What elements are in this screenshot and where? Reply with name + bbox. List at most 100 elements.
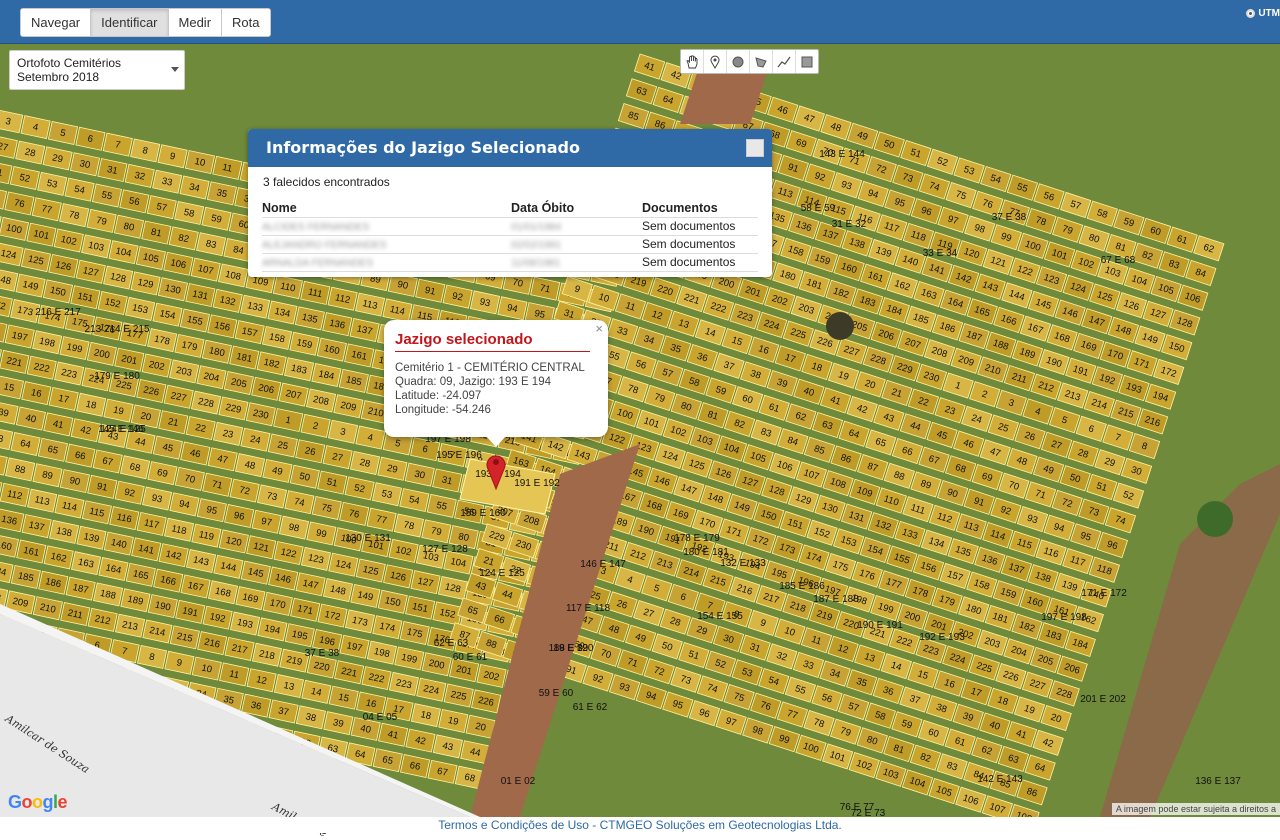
plot-number: 36 [250,700,263,713]
block-plot: Quadra: 09, Jazigo: 193 E 194 [395,376,551,388]
plot-number: 38 [305,711,318,724]
plot-label: 192 E 193 [919,632,965,643]
close-panel-button[interactable] [746,139,764,157]
plot-number: 28 [24,147,37,160]
plot-number: 65 [46,444,59,457]
plot-number: 77 [375,514,388,527]
plot-number: 30 [79,158,92,171]
plot-number: 51 [326,477,339,490]
google-logo: Google [8,792,68,812]
plot-number: 79 [430,525,443,538]
plot-number: 40 [25,413,38,426]
plot-number: 94 [178,498,191,511]
plot-number: 90 [68,475,81,488]
plot-number: 47 [216,453,229,466]
plot-label: 130 E 131 [345,533,391,544]
plot-number: 52 [18,172,31,185]
plot-label: 31 E 32 [832,219,867,230]
hand-icon[interactable] [681,50,704,73]
plot-number: 45 [161,442,174,455]
table-row[interactable]: ALEJANDRO FERNANDES 02/02/1991 Sem docum… [262,235,758,254]
plot-label: 179 E 180 [94,371,140,382]
plot-label: 04 E 05 [363,712,398,723]
layer-select[interactable]: Ortofoto Cemitérios Setembro 2018 [9,50,185,90]
plot-number: 94 [506,302,519,315]
plot-number: 35 [216,187,229,200]
plot-number: 71 [211,479,224,492]
plot-number: 41 [387,729,400,742]
polygon-icon[interactable] [750,50,773,73]
plot-number: 30 [413,469,426,482]
plot-number: 16 [30,387,43,400]
plot-label: 60 E 61 [453,652,488,663]
footer-link[interactable]: Termos e Condições de Uso - CTMGEO Soluç… [0,817,1280,833]
plot-number: 90 [396,279,409,292]
plot-label: 187 E 188 [813,594,859,605]
plot-number: 19 [112,405,125,418]
plot-number: 64 [354,748,367,761]
plot-number: 42 [414,735,427,748]
documents-status: Sem documentos [642,253,758,272]
navegar-button[interactable]: Navegar [21,9,92,36]
plot-label: 58 E 59 [801,203,836,214]
plot-number: 65 [381,754,394,767]
plot-number: 70 [183,473,196,486]
marker-icon[interactable] [704,50,727,73]
rota-button[interactable]: Rota [222,9,270,36]
plot-number: 31 [441,474,454,487]
circle-icon[interactable] [727,50,750,73]
death-date: 11/08/1981 [511,253,642,272]
polyline-icon[interactable] [773,50,796,73]
table-row[interactable]: ALCIDES FERNANDES 01/01/1984 Sem documen… [262,217,758,236]
close-popup-button[interactable]: × [595,321,603,336]
plot-number: 15 [3,381,16,394]
column-header-docs: Documentos [642,199,758,218]
plot-number: 96 [233,510,246,523]
utm-radio[interactable]: UTM [1246,8,1280,19]
radio-icon[interactable] [1246,9,1256,18]
popup-body: Cemitério 1 - CEMITÉRIO CENTRAL Quadra: … [395,361,608,417]
plot-number: 17 [57,393,70,406]
plot-number: 50 [298,471,311,484]
table-row[interactable]: ARNALDA FERNANDES 11/08/1981 Sem documen… [262,253,758,272]
plot-number: 43 [441,740,454,753]
plot-label: 124 E 125 [479,568,525,579]
map-marker-icon[interactable] [485,450,507,491]
plot-number: 91 [424,285,437,298]
rectangle-icon[interactable] [796,50,818,73]
medir-button[interactable]: Medir [168,9,223,36]
plot-number: 27 [331,451,344,464]
plot-number: 26 [304,445,317,458]
plot-label: 171 E 172 [1081,588,1127,599]
plot-number: 14 [310,686,323,699]
plot-number: 46 [189,447,202,460]
longitude: Longitude: -54.246 [395,404,491,416]
plot-label: 145 E 146 [98,424,144,435]
documents-status: Sem documentos [642,235,758,254]
tree [1197,501,1233,537]
plot-number: 68 [463,772,476,785]
plot-label: 37 E 38 [305,648,340,659]
plot-number: 98 [288,522,301,535]
info-panel-title: Informações do Jazigo Selecionado [266,138,580,157]
plot-number: 53 [46,178,59,191]
deceased-name: ALEJANDRO FERNANDES [262,235,511,254]
plot-number: 72 [238,485,251,498]
plot-number: 37 [277,705,290,718]
plot-number: 71 [539,283,552,296]
plot-label: 33 E 34 [923,248,958,259]
plot-label: 59 E 60 [539,688,574,699]
plot-number: 82 [177,232,190,245]
plot-label: 178 E 179 [674,533,720,544]
documents-status: Sem documentos [642,217,758,236]
plot-number: 16 [365,698,378,711]
identificar-button[interactable]: Identificar [91,9,169,36]
chevron-down-icon [171,67,179,72]
plot-number: 69 [156,467,169,480]
info-panel-header: Informações do Jazigo Selecionado [248,129,772,167]
plot-label: 37 E 38 [992,212,1027,223]
tree [826,312,854,340]
selected-plot-info-panel: Informações do Jazigo Selecionado 3 fale… [248,129,772,277]
plot-number: 56 [128,195,141,208]
plot-number: 70 [511,277,524,290]
